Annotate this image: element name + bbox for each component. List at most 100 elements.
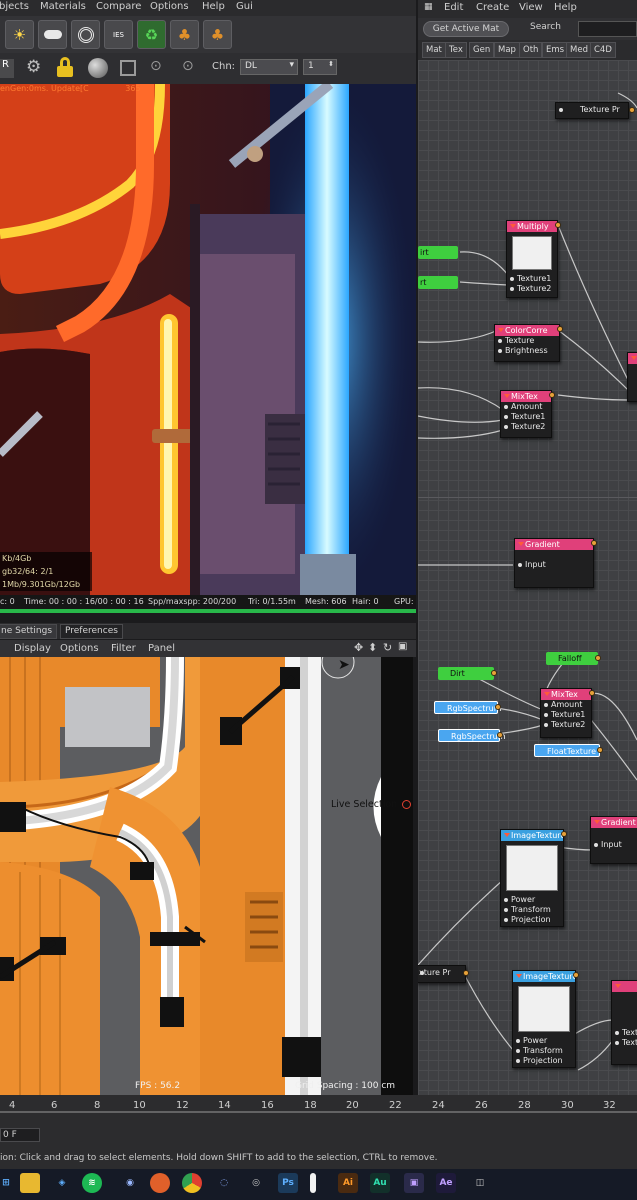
node-dirt-clipped-1[interactable]: irt <box>418 246 458 259</box>
misc-icon[interactable]: ◫ <box>470 1173 490 1193</box>
frame-field[interactable]: 0 F <box>0 1128 40 1142</box>
node-clipped-port-1[interactable]: Textu <box>612 1028 637 1038</box>
menu-gui[interactable]: Gui <box>236 1 253 12</box>
node-texture-pr-bottom[interactable]: xture Pr <box>418 965 466 983</box>
after-effects-icon[interactable]: Ae <box>436 1173 456 1193</box>
c4d-icon[interactable]: ◉ <box>120 1173 140 1193</box>
node-port[interactable] <box>497 732 503 738</box>
octane-icon[interactable]: ◎ <box>246 1173 266 1193</box>
tab-engine-settings[interactable]: ne Settings <box>0 624 58 639</box>
node-port[interactable] <box>561 831 567 837</box>
node-colorcorre-port-2[interactable]: Brightness <box>495 346 559 356</box>
node-port[interactable] <box>591 540 597 546</box>
firefox-icon[interactable] <box>150 1173 170 1193</box>
node-imagetexture-2-port-1[interactable]: Power <box>513 1036 575 1046</box>
ies-icon[interactable]: IES <box>104 20 133 49</box>
render-view[interactable]: enGen:0ms. Update[C 365 Kb/4Gb gb32/64: … <box>0 84 416 596</box>
node-gradient-1[interactable]: Gradient Input <box>514 538 594 588</box>
target-icon[interactable] <box>71 20 100 49</box>
tab-med[interactable]: Med <box>566 42 592 58</box>
node-multiply-port-2[interactable]: Texture2 <box>507 284 557 294</box>
node-clipped-right[interactable] <box>627 352 637 402</box>
node-mixtex-1-port-1[interactable]: Amount <box>501 402 551 412</box>
node-menu-view[interactable]: View <box>519 2 543 13</box>
node-port[interactable] <box>491 670 497 676</box>
menu-compare[interactable]: Compare <box>96 1 141 12</box>
node-imagetexture-1-port-2[interactable]: Transform <box>501 905 563 915</box>
node-mixtex-2-port-2[interactable]: Texture1 <box>541 710 591 720</box>
tab-c4d[interactable]: C4D <box>590 42 616 58</box>
node-port[interactable] <box>463 970 469 976</box>
tab-ems[interactable]: Ems <box>542 42 569 58</box>
node-port[interactable] <box>557 326 563 332</box>
node-multiply-port-1[interactable]: Texture1 <box>507 274 557 284</box>
node-editor[interactable]: ▦ Edit Create View Help Get Active Mat S… <box>418 0 637 1095</box>
node-dirt-clipped-2[interactable]: rt <box>418 276 458 289</box>
get-active-mat-button[interactable]: Get Active Mat <box>423 21 509 37</box>
node-menu-help[interactable]: Help <box>554 2 577 13</box>
gear-icon[interactable]: ⚙ <box>26 57 41 77</box>
pin-icon[interactable]: ⊙ <box>150 58 168 78</box>
recycle-icon[interactable]: ♻ <box>137 20 166 49</box>
tab-tex[interactable]: Tex <box>445 42 467 58</box>
viewport-menu-options[interactable]: Options <box>60 643 99 654</box>
sun-icon[interactable]: ☀ <box>5 20 34 49</box>
node-gradient-2[interactable]: Gradient Input <box>590 816 637 864</box>
explorer-icon[interactable] <box>20 1173 40 1193</box>
node-port[interactable] <box>597 747 603 753</box>
node-imagetexture-2-port-3[interactable]: Projection <box>513 1056 575 1066</box>
node-port[interactable] <box>589 690 595 696</box>
node-menu-edit[interactable]: Edit <box>444 2 463 13</box>
node-gradient-2-port[interactable]: Input <box>591 840 637 850</box>
tab-map[interactable]: Map <box>494 42 520 58</box>
windows-icon[interactable]: ⊞ <box>0 1173 16 1193</box>
node-mixtex-2-port-1[interactable]: Amount <box>541 700 591 710</box>
grid-menu-icon[interactable]: ▦ <box>424 2 433 12</box>
rotate-view-icon[interactable]: ↻ <box>383 641 392 654</box>
node-colorcorre-port-1[interactable]: Texture <box>495 336 559 346</box>
menu-options[interactable]: Options <box>150 1 189 12</box>
channel-number-input[interactable]: 1 ⬍ <box>303 59 337 75</box>
chrome-icon[interactable] <box>182 1173 202 1193</box>
node-mixtex-2-port-3[interactable]: Texture2 <box>541 720 591 730</box>
menu-objects[interactable]: bjects <box>0 1 29 12</box>
photoshop-icon[interactable]: Ps <box>278 1173 298 1193</box>
tab-preferences[interactable]: Preferences <box>60 624 123 639</box>
store-icon[interactable]: ◈ <box>52 1173 72 1193</box>
node-port[interactable] <box>549 392 555 398</box>
node-mixtex-1-port-2[interactable]: Texture1 <box>501 412 551 422</box>
node-clipped-port-2[interactable]: Textu <box>612 1038 637 1048</box>
node-port[interactable] <box>629 107 635 113</box>
node-mixtex-1[interactable]: MixTex Amount Texture1 Texture2 <box>500 390 552 438</box>
tab-mat[interactable]: Mat <box>422 42 446 58</box>
viewport-menu-display[interactable]: Display <box>14 643 51 654</box>
pin-alt-icon[interactable]: ⊙ <box>182 58 200 78</box>
node-rgbspectrum-1[interactable]: RgbSpectrum <box>434 701 501 714</box>
region-render-icon[interactable]: R <box>0 59 14 78</box>
audition-icon[interactable]: Au <box>370 1173 390 1193</box>
node-mixtex-1-port-3[interactable]: Texture2 <box>501 422 551 432</box>
tab-gen[interactable]: Gen <box>469 42 495 58</box>
illustrator-icon[interactable]: Ai <box>338 1173 358 1193</box>
channel-select[interactable]: DL ▾ <box>240 59 298 75</box>
node-clipped-right-bottom[interactable]: Textu Textu <box>611 980 637 1065</box>
maximize-view-icon[interactable]: ▣ <box>398 641 407 652</box>
node-colorcorre[interactable]: ColorCorre Texture Brightness <box>494 324 560 362</box>
tab-oth[interactable]: Oth <box>519 42 543 58</box>
node-texture-pr-top[interactable]: Texture Pr <box>555 102 629 119</box>
move-view-icon[interactable]: ✥ <box>354 641 363 654</box>
square-icon[interactable] <box>120 60 136 76</box>
material-ball-icon[interactable] <box>88 58 108 78</box>
search-input[interactable] <box>578 21 637 37</box>
tree-alt-icon[interactable]: ♣ <box>203 20 232 49</box>
node-port[interactable] <box>573 972 579 978</box>
node-port[interactable] <box>495 704 501 710</box>
menu-materials[interactable]: Materials <box>40 1 86 12</box>
node-gradient-1-port[interactable]: Input <box>515 560 593 570</box>
spotify-icon[interactable]: ≋ <box>82 1173 102 1193</box>
node-multiply[interactable]: Multiply Texture1 Texture2 <box>506 220 558 298</box>
node-imagetexture-1-port-3[interactable]: Projection <box>501 915 563 925</box>
node-menu-create[interactable]: Create <box>476 2 509 13</box>
lock-icon[interactable] <box>56 57 74 77</box>
node-imagetexture-2-port-2[interactable]: Transform <box>513 1046 575 1056</box>
